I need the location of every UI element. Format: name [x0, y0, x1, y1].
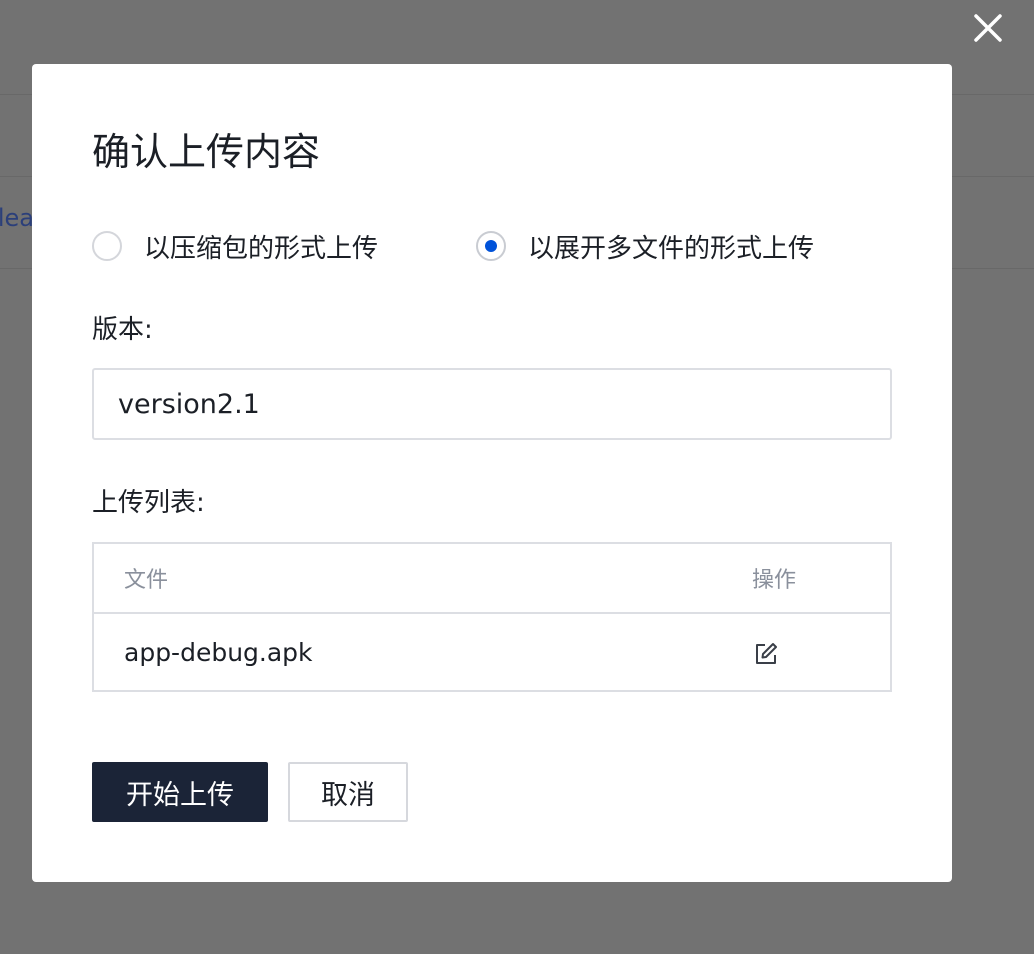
table-row: app-debug.apk [94, 614, 890, 690]
edit-icon [756, 643, 777, 664]
upload-list-label: 上传列表: [92, 488, 205, 518]
upload-confirm-dialog: 确认上传内容 以压缩包的形式上传 以展开多文件的形式上传 版本: 上传列表: 文… [32, 64, 952, 882]
radio-label: 以压缩包的形式上传 [144, 233, 379, 264]
radio-circle-checked[interactable] [476, 231, 506, 261]
edit-file-button[interactable] [752, 640, 780, 668]
file-name-cell: app-debug.apk [124, 638, 313, 667]
cancel-button[interactable]: 取消 [288, 762, 408, 822]
upload-list-table: 文件 操作 app-debug.apk [92, 542, 892, 692]
radio-upload-as-multiple-files[interactable]: 以展开多文件的形式上传 [476, 226, 814, 266]
version-label: 版本: [92, 315, 153, 345]
close-icon [974, 14, 1002, 42]
background-link-fragment: lea [0, 204, 34, 232]
close-dialog-button[interactable] [966, 8, 1010, 48]
dialog-title: 确认上传内容 [92, 130, 321, 174]
radio-upload-as-archive[interactable]: 以压缩包的形式上传 [92, 226, 378, 266]
table-header: 文件 操作 [94, 544, 890, 614]
start-upload-button[interactable]: 开始上传 [92, 762, 268, 822]
column-header-action: 操作 [752, 568, 797, 593]
radio-circle-unchecked[interactable] [92, 231, 122, 261]
version-input[interactable] [92, 368, 892, 440]
column-header-file: 文件 [124, 568, 169, 593]
radio-label: 以展开多文件的形式上传 [528, 233, 815, 264]
